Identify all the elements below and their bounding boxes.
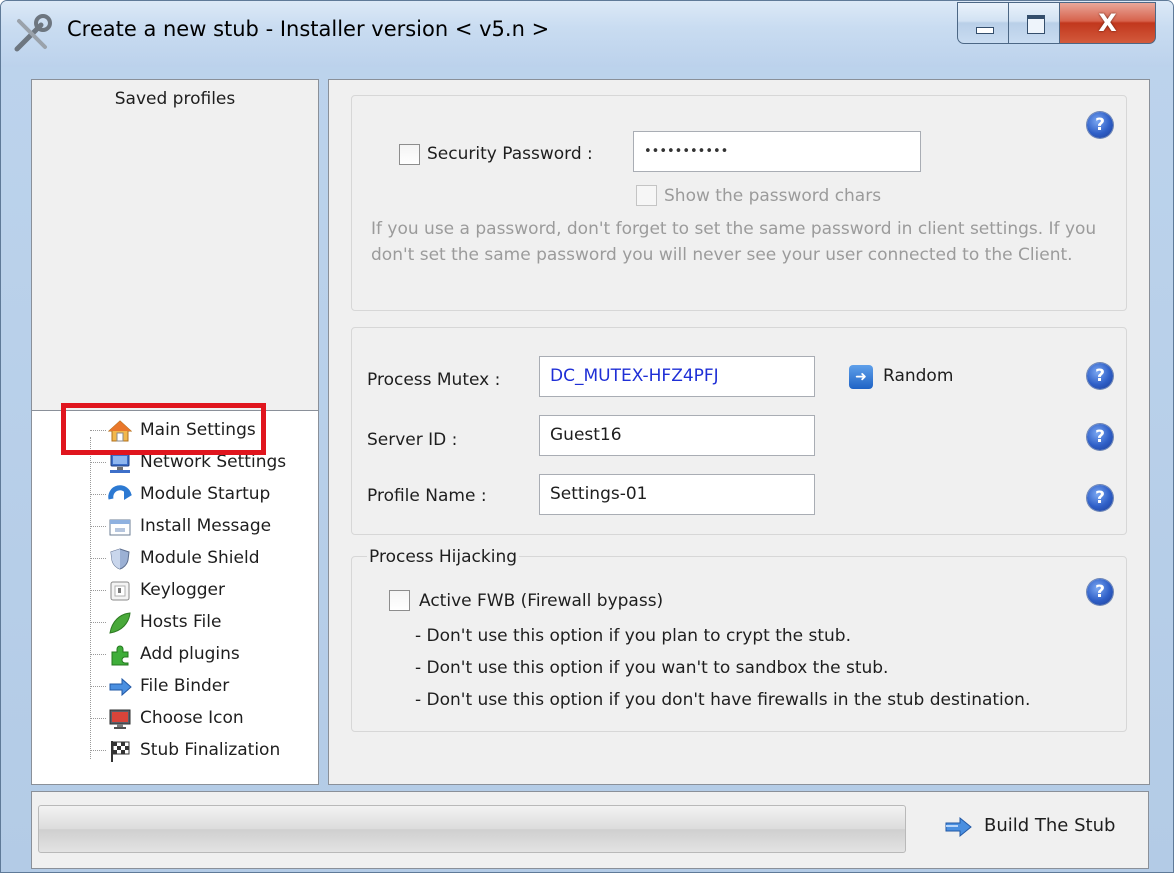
- process-hijacking-legend: Process Hijacking: [367, 547, 520, 567]
- close-icon: X: [1098, 9, 1117, 37]
- saved-profiles-header: Saved profiles: [114, 89, 236, 109]
- tree-item-choose-icon[interactable]: Choose Icon: [90, 703, 316, 735]
- leaf-icon: [109, 612, 131, 634]
- saved-profiles-list[interactable]: [33, 118, 317, 404]
- tree-item-label: Add plugins: [140, 644, 240, 664]
- fwb-note: - Don't use this option if you plan to c…: [415, 626, 852, 646]
- profile-name-input[interactable]: Settings-01: [539, 474, 815, 515]
- startup-icon: [108, 485, 132, 500]
- build-arrow-icon: [945, 816, 972, 838]
- build-stub-label: Build The Stub: [984, 815, 1116, 836]
- shield-icon: [110, 548, 130, 570]
- help-icon[interactable]: ?: [1087, 112, 1113, 138]
- tools-icon: [14, 14, 52, 52]
- random-button[interactable]: ➜ Random: [849, 364, 989, 392]
- help-icon[interactable]: ?: [1087, 485, 1113, 511]
- help-icon[interactable]: ?: [1087, 363, 1113, 389]
- tree-item-label: Keylogger: [140, 580, 225, 600]
- tree-item-label: Module Startup: [140, 484, 271, 504]
- tree-item-label: Hosts File: [140, 612, 222, 632]
- tree-item-module-startup[interactable]: Module Startup: [90, 479, 316, 511]
- active-fwb-label: Active FWB (Firewall bypass): [419, 591, 664, 611]
- security-password-label: Security Password :: [427, 144, 593, 164]
- title-bar[interactable]: Create a new stub - Installer version < …: [1, 1, 1173, 67]
- finish-flag-icon: [111, 741, 130, 762]
- security-password-input[interactable]: •••••••••••: [633, 131, 921, 172]
- help-icon[interactable]: ?: [1087, 579, 1113, 605]
- tree-item-add-plugins[interactable]: Add plugins: [90, 639, 316, 671]
- arrow-right-icon: ➜: [849, 365, 873, 389]
- minimize-button[interactable]: [957, 2, 1009, 44]
- tree-item-label: Install Message: [140, 516, 272, 536]
- puzzle-icon: [111, 645, 129, 666]
- keylogger-icon: [110, 581, 130, 601]
- window: Create a new stub - Installer version < …: [0, 0, 1174, 873]
- tree-item-install-message[interactable]: Install Message: [90, 511, 316, 543]
- bottom-bar: Build The Stub: [31, 791, 1149, 869]
- show-password-label: Show the password chars: [664, 186, 882, 206]
- fwb-note: - Don't use this option if you wan't to …: [415, 658, 889, 678]
- tree-item-keylogger[interactable]: Keylogger: [90, 575, 316, 607]
- show-password-checkbox[interactable]: [636, 185, 657, 206]
- password-hint: If you use a password, don't forget to s…: [371, 219, 1097, 265]
- tree-item-file-binder[interactable]: File Binder: [90, 671, 316, 703]
- maximize-button[interactable]: [1008, 2, 1060, 44]
- tree-item-module-shield[interactable]: Module Shield: [90, 543, 316, 575]
- fwb-note: - Don't use this option if you don't hav…: [415, 690, 1031, 710]
- tree-item-label: File Binder: [140, 676, 230, 696]
- window-title: Create a new stub - Installer version < …: [67, 17, 550, 41]
- binder-arrow-icon: [109, 677, 132, 697]
- settings-tree[interactable]: Main Settings Network Settings Module St…: [32, 410, 318, 784]
- tree-item-label: Network Settings: [140, 452, 287, 472]
- security-password-checkbox[interactable]: [399, 144, 420, 165]
- build-progress-bar: [38, 805, 906, 853]
- close-button[interactable]: X: [1059, 2, 1156, 44]
- tree-item-label: Module Shield: [140, 548, 260, 568]
- server-id-input[interactable]: Guest16: [539, 415, 815, 456]
- selection-highlight: [61, 403, 266, 455]
- process-mutex-input[interactable]: DC_MUTEX-HFZ4PFJ: [539, 356, 815, 397]
- active-fwb-checkbox[interactable]: [389, 590, 410, 611]
- help-icon[interactable]: ?: [1087, 424, 1113, 450]
- tree-item-hosts-file[interactable]: Hosts File: [90, 607, 316, 639]
- server-id-label: Server ID :: [367, 430, 458, 450]
- random-label: Random: [883, 366, 954, 386]
- profile-name-label: Profile Name :: [367, 486, 487, 506]
- build-stub-button[interactable]: Build The Stub: [944, 812, 1134, 844]
- process-mutex-label: Process Mutex :: [367, 370, 501, 390]
- message-icon: [109, 519, 131, 536]
- tree-item-stub-finalization[interactable]: Stub Finalization: [90, 735, 316, 767]
- monitor-icon: [109, 709, 131, 729]
- tree-item-label: Stub Finalization: [140, 740, 281, 760]
- tree-item-label: Choose Icon: [140, 708, 244, 728]
